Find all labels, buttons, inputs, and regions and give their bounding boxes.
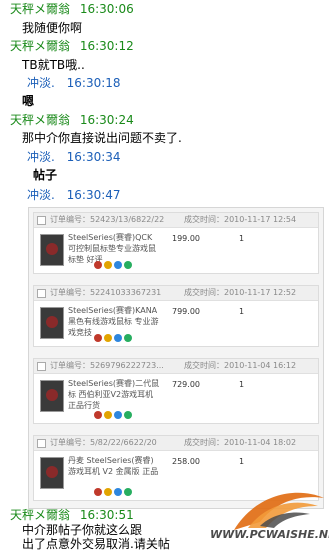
order-checkbox bbox=[37, 439, 46, 448]
order-header: 订单编号：5269796222723... 成交时间：2010-11-04 16… bbox=[34, 359, 318, 374]
message-header: 冲淡. 16:30:34 bbox=[27, 150, 121, 164]
message-text: 嗯 bbox=[22, 94, 35, 108]
badge-icon bbox=[94, 488, 102, 496]
badge-icon bbox=[104, 411, 112, 419]
order-number: 订单编号：52241033367231 bbox=[50, 288, 162, 297]
badge-icon bbox=[114, 488, 122, 496]
order-card: 订单编号：52241033367231 成交时间：2010-11-17 12:5… bbox=[33, 285, 319, 347]
badge-icon bbox=[124, 334, 132, 342]
order-time: 成交时间：2010-11-17 12:52 bbox=[184, 288, 297, 297]
message-time: 16:30:18 bbox=[66, 76, 121, 90]
message-time: 16:30:12 bbox=[79, 39, 134, 53]
message-header: 冲淡. 16:30:47 bbox=[27, 188, 121, 202]
order-number: 订单编号：52423/13/6822/22 bbox=[50, 215, 165, 224]
badge-icons bbox=[94, 408, 134, 422]
order-card: 订单编号：52423/13/6822/22 成交时间：2010-11-17 12… bbox=[33, 212, 319, 274]
order-header: 订单编号：52241033367231 成交时间：2010-11-17 12:5… bbox=[34, 286, 318, 301]
product-qty: 1 bbox=[239, 234, 245, 243]
badge-icon bbox=[104, 488, 112, 496]
sender-name: 天秤メ爾翁 bbox=[10, 39, 71, 53]
message-header: 冲淡. 16:30:18 bbox=[27, 76, 121, 90]
product-price: 799.00 bbox=[172, 307, 200, 316]
order-checkbox bbox=[37, 362, 46, 371]
badge-icons bbox=[94, 258, 134, 272]
message-text: 我随便你啊 bbox=[22, 21, 83, 35]
product-thumbnail bbox=[40, 307, 64, 339]
badge-icon bbox=[124, 411, 132, 419]
product-price: 729.00 bbox=[172, 380, 200, 389]
product-thumbnail bbox=[40, 380, 64, 412]
message-text: 中介那帖子你就这么跟 bbox=[22, 523, 143, 537]
sender-name: 冲淡. bbox=[27, 76, 55, 90]
order-list-image: 订单编号：52423/13/6822/22 成交时间：2010-11-17 12… bbox=[28, 207, 324, 509]
order-time: 成交时间：2010-11-04 16:12 bbox=[184, 361, 297, 370]
order-checkbox bbox=[37, 289, 46, 298]
sender-name: 冲淡. bbox=[27, 150, 55, 164]
badge-icon bbox=[114, 334, 122, 342]
sender-name: 冲淡. bbox=[27, 188, 55, 202]
product-price: 199.00 bbox=[172, 234, 200, 243]
sender-name: 天秤メ爾翁 bbox=[10, 113, 71, 127]
product-qty: 1 bbox=[239, 457, 245, 466]
badge-icons bbox=[94, 485, 134, 499]
product-price: 258.00 bbox=[172, 457, 200, 466]
badge-icon bbox=[114, 411, 122, 419]
message-header: 天秤メ爾翁 16:30:12 bbox=[10, 39, 134, 53]
order-checkbox bbox=[37, 216, 46, 225]
order-time: 成交时间：2010-11-04 18:02 bbox=[184, 438, 297, 447]
badge-icon bbox=[124, 488, 132, 496]
badge-icon bbox=[94, 261, 102, 269]
message-time: 16:30:51 bbox=[79, 508, 134, 522]
order-number: 订单编号：5269796222723... bbox=[50, 361, 164, 370]
badge-icon bbox=[94, 411, 102, 419]
message-time: 16:30:06 bbox=[79, 2, 134, 16]
badge-icon bbox=[104, 261, 112, 269]
watermark-text: WWW.PCWAISHE.NET bbox=[210, 528, 329, 541]
badge-icon bbox=[124, 261, 132, 269]
sender-name: 天秤メ爾翁 bbox=[10, 508, 71, 522]
product-thumbnail bbox=[40, 457, 64, 489]
product-thumbnail bbox=[40, 234, 64, 266]
message-header: 天秤メ爾翁 16:30:51 bbox=[10, 508, 134, 522]
product-qty: 1 bbox=[239, 307, 245, 316]
badge-icon bbox=[94, 334, 102, 342]
product-qty: 1 bbox=[239, 380, 245, 389]
badge-icon bbox=[104, 334, 112, 342]
message-text: 那中介你直接说出问题不卖了. bbox=[22, 131, 182, 145]
order-number: 订单编号：5/82/22/6622/20 bbox=[50, 438, 157, 447]
message-time: 16:30:34 bbox=[66, 150, 121, 164]
order-time: 成交时间：2010-11-17 12:54 bbox=[184, 215, 297, 224]
sender-name: 天秤メ爾翁 bbox=[10, 2, 71, 16]
order-header: 订单编号：52423/13/6822/22 成交时间：2010-11-17 12… bbox=[34, 213, 318, 228]
message-text: 帖子 bbox=[33, 168, 58, 182]
message-time: 16:30:47 bbox=[66, 188, 121, 202]
message-header: 天秤メ爾翁 16:30:06 bbox=[10, 2, 134, 16]
message-header: 天秤メ爾翁 16:30:24 bbox=[10, 113, 134, 127]
order-header: 订单编号：5/82/22/6622/20 成交时间：2010-11-04 18:… bbox=[34, 436, 318, 451]
badge-icons bbox=[94, 331, 134, 345]
badge-icon bbox=[114, 261, 122, 269]
order-card: 订单编号：5269796222723... 成交时间：2010-11-04 16… bbox=[33, 358, 319, 424]
message-text: TB就TB哦.. bbox=[22, 58, 85, 72]
message-time: 16:30:24 bbox=[79, 113, 134, 127]
